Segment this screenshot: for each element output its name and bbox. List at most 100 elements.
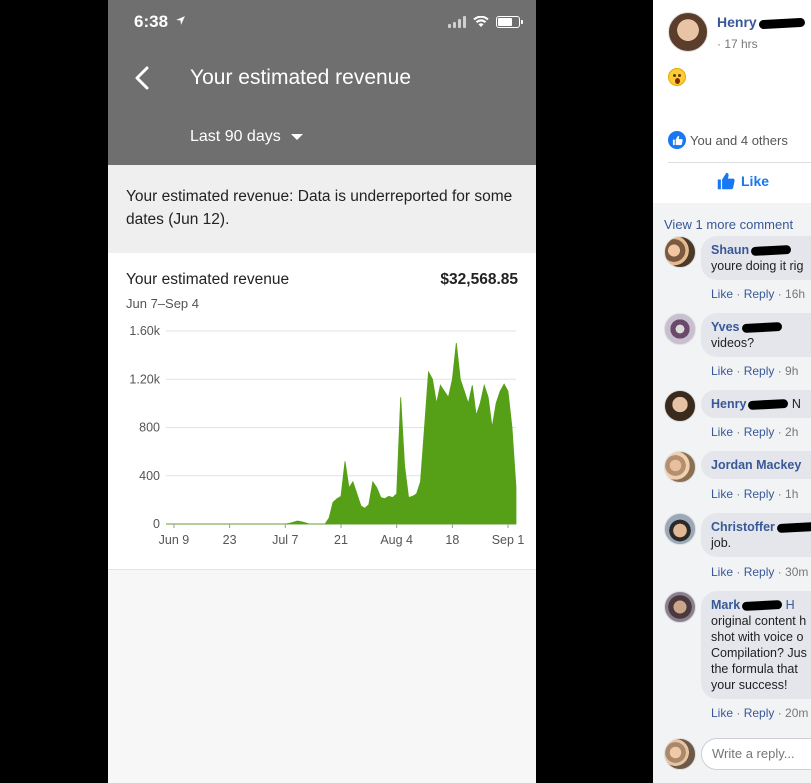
reply-input[interactable]: Write a reply...: [701, 738, 811, 770]
commenter-name[interactable]: Jordan Mackey: [711, 457, 811, 473]
comment-text: videos?: [711, 336, 755, 350]
comment-like-link[interactable]: Like: [711, 364, 733, 378]
redaction-scribble: [748, 399, 789, 411]
y-tick-label: 800: [139, 421, 160, 435]
divider: [668, 162, 811, 163]
comment-bubble: Jordan Mackey: [701, 451, 811, 479]
comment-timestamp[interactable]: 30m: [785, 565, 808, 579]
redaction-scribble: [750, 245, 792, 257]
x-tick-label: 21: [334, 533, 348, 547]
revenue-card[interactable]: 1.60k 1.20k 800 400 0 Jun 9 23 Jul 7 21 Aug 4 18 Se…: [108, 253, 536, 570]
revenue-area-series: [166, 343, 517, 525]
commenter-avatar[interactable]: [664, 591, 696, 623]
reactions-summary[interactable]: You and 4 others: [668, 131, 788, 149]
card-date-range: Jun 7–Sep 4: [126, 296, 200, 311]
back-button[interactable]: [126, 62, 158, 94]
back-arrow-icon: [135, 66, 149, 90]
redaction-scribble: [776, 522, 811, 534]
comment-like-link[interactable]: Like: [711, 706, 733, 720]
x-tick-label: Sep 1: [492, 533, 525, 547]
separator: ·: [733, 287, 744, 301]
comment-actions: Like · Reply · 9h: [711, 364, 798, 378]
cell-signal-icon: [448, 16, 466, 28]
separator: ·: [733, 364, 744, 378]
separator: ·: [733, 706, 744, 720]
commenter-avatar[interactable]: [664, 513, 696, 545]
comment-actions: Like · Reply · 16h: [711, 287, 805, 301]
separator: ·: [733, 565, 744, 579]
screenshot-stage: 6:38 Your estimated revenue Last 90 days…: [0, 0, 811, 783]
comment-text: your success!: [711, 678, 788, 692]
comment-reply-link[interactable]: Reply: [744, 425, 775, 439]
commenter-avatar[interactable]: [664, 390, 696, 422]
astonished-emoji-icon: [668, 68, 686, 86]
comment-reply-link[interactable]: Reply: [744, 364, 775, 378]
comment-reply-link[interactable]: Reply: [744, 565, 775, 579]
comment-text: Compilation? Jus: [711, 646, 807, 660]
commenter-name[interactable]: Mark H: [711, 597, 811, 613]
commenter-avatar[interactable]: [664, 313, 696, 345]
facebook-post-panel: Henry · 17 hrs You and 4 others Like Vie…: [653, 0, 811, 783]
reactions-text: You and 4 others: [690, 132, 788, 148]
commenter-name[interactable]: Christoffer: [711, 519, 811, 535]
like-reaction-icon: [668, 131, 686, 149]
phone-screen: 6:38 Your estimated revenue Last 90 days…: [108, 0, 536, 783]
separator: ·: [774, 425, 786, 439]
data-notice: Your estimated revenue: Data is underrep…: [108, 165, 536, 253]
x-tick-label: 23: [223, 533, 237, 547]
status-time: 6:38: [134, 12, 186, 32]
app-bar: 6:38 Your estimated revenue Last 90 days: [108, 0, 536, 165]
comment-reply-link[interactable]: Reply: [744, 287, 775, 301]
commenter-name[interactable]: Henry N: [711, 396, 811, 412]
separator: ·: [774, 487, 786, 501]
y-tick-label: 1.60k: [129, 324, 160, 338]
comment-reply-link[interactable]: Reply: [744, 487, 775, 501]
comment-like-link[interactable]: Like: [711, 287, 733, 301]
comment-reply-link[interactable]: Reply: [744, 706, 775, 720]
view-more-comments-link[interactable]: View 1 more comment: [664, 217, 793, 232]
status-icons: [448, 14, 523, 30]
comment-bubble: Christoffer job.: [701, 513, 811, 557]
comment-timestamp[interactable]: 9h: [785, 364, 798, 378]
comment-actions: Like · Reply · 30m: [711, 565, 808, 579]
caret-down-icon: [290, 134, 303, 140]
comment-timestamp[interactable]: 16h: [785, 287, 805, 301]
post-timestamp[interactable]: · 17 hrs: [717, 37, 758, 51]
comment-like-link[interactable]: Like: [711, 425, 733, 439]
comment-timestamp[interactable]: 1h: [785, 487, 798, 501]
separator: ·: [774, 364, 786, 378]
comment-text: job.: [711, 536, 732, 550]
commenter-avatar[interactable]: [664, 451, 696, 483]
comment-actions: Like · Reply · 1h: [711, 487, 798, 501]
period-dropdown[interactable]: Last 90 days: [190, 128, 303, 146]
commenter-avatar[interactable]: [664, 236, 696, 268]
comment-bubble: Henry N: [701, 390, 811, 418]
page-title: Your estimated revenue: [190, 66, 412, 89]
post-author-name[interactable]: Henry: [717, 14, 805, 30]
comment-timestamp[interactable]: 20m: [785, 706, 808, 720]
x-tick-label: Jun 9: [159, 533, 190, 547]
post-author-avatar[interactable]: [668, 12, 708, 52]
thumbs-up-icon: [717, 172, 735, 190]
comment-like-link[interactable]: Like: [711, 487, 733, 501]
commenter-name[interactable]: Yves: [711, 319, 811, 335]
comment-text: youre doing it rig: [711, 259, 804, 273]
commenter-name[interactable]: Shaun: [711, 242, 811, 258]
redaction-scribble: [741, 600, 783, 612]
location-arrow-icon: [175, 16, 185, 25]
comment-timestamp[interactable]: 2h: [785, 425, 798, 439]
x-tick-label: 18: [445, 533, 459, 547]
commenter-name-suffix: H: [782, 598, 795, 612]
comment-like-link[interactable]: Like: [711, 565, 733, 579]
like-button[interactable]: Like: [717, 172, 769, 190]
comment-bubble: Shaun youre doing it rig: [701, 236, 811, 280]
comment-bubble: Yves videos?: [701, 313, 811, 357]
separator: ·: [774, 565, 786, 579]
comment-bubble: Mark Horiginal content h shot with voice …: [701, 591, 811, 699]
commenter-name-suffix: N: [788, 397, 801, 411]
period-label: Last 90 days: [190, 128, 281, 145]
separator: ·: [733, 425, 744, 439]
comment-text: shot with voice o: [711, 630, 804, 644]
card-total: $32,568.85: [440, 271, 518, 288]
y-tick-label: 400: [139, 469, 160, 483]
